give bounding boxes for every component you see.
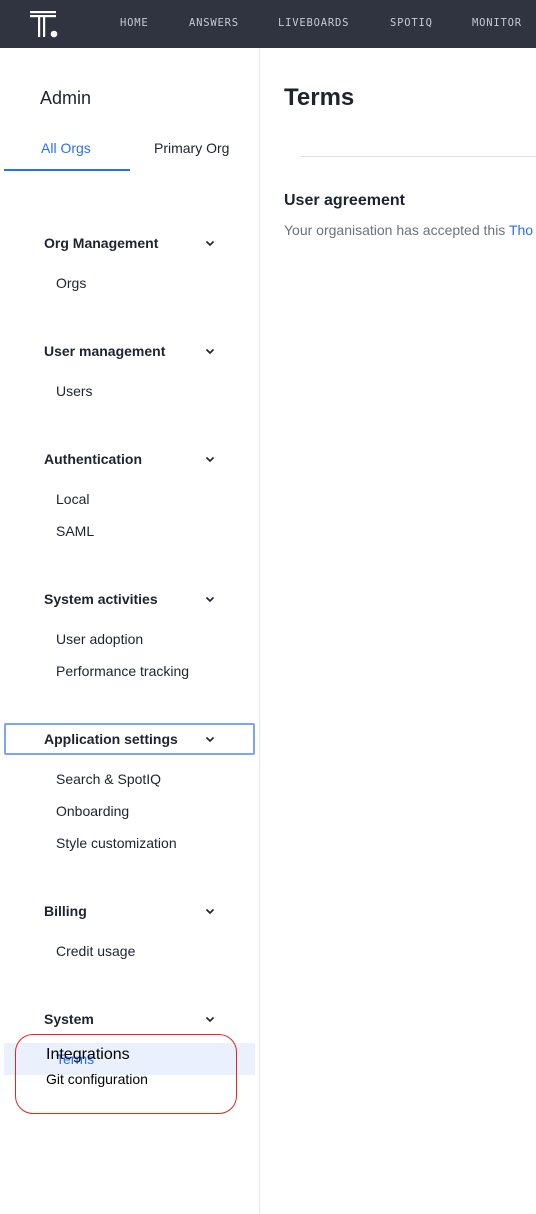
section-label: Authentication — [44, 451, 142, 467]
nav-spotiq[interactable]: SPOTIQ — [390, 17, 433, 29]
user-agreement-text: Your organisation has accepted this Tho — [284, 222, 533, 238]
agreement-link[interactable]: Tho — [509, 222, 533, 238]
sidebar-item-label: Onboarding — [56, 803, 130, 819]
chevron-down-icon — [205, 1016, 215, 1023]
tab-all-orgs[interactable]: All Orgs — [41, 140, 91, 156]
integrations-title: Integrations — [46, 1046, 130, 1063]
sidebar-item-performance-tracking[interactable]: Performance tracking — [4, 655, 255, 687]
sidebar-item-users[interactable]: Users — [4, 375, 255, 407]
sidebar-item-label: Search & SpotIQ — [56, 771, 162, 787]
section-authentication[interactable]: Authentication — [4, 443, 255, 475]
sidebar-item-label: Orgs — [56, 275, 87, 291]
section-system-activities[interactable]: System activities — [4, 583, 255, 615]
sidebar-item-search-spotiq[interactable]: Search & SpotIQ — [4, 763, 255, 795]
sidebar-title: Admin — [40, 88, 92, 108]
section-org-management[interactable]: Org Management — [4, 227, 255, 259]
chevron-down-icon — [205, 240, 215, 247]
sidebar-item-git-configuration[interactable]: Git configuration — [46, 1071, 148, 1087]
section-billing[interactable]: Billing — [4, 895, 255, 927]
section-label: Org Management — [44, 235, 159, 251]
chevron-down-icon — [205, 908, 215, 915]
sidebar-item-style-customization[interactable]: Style customization — [4, 827, 255, 859]
sidebar-item-label: Credit usage — [56, 943, 136, 959]
active-tab-indicator — [4, 169, 130, 171]
sidebar-item-label: SAML — [56, 523, 95, 539]
chevron-down-icon — [205, 736, 215, 743]
top-nav-bar: HOME ANSWERS LIVEBOARDS SPOTIQ MONITOR — [0, 0, 536, 48]
chevron-down-icon — [205, 596, 215, 603]
thoughtspot-logo-icon[interactable] — [28, 8, 60, 40]
sidebar-item-label: User adoption — [56, 631, 144, 647]
nav-home[interactable]: HOME — [120, 17, 149, 29]
section-system[interactable]: System — [4, 1003, 255, 1035]
content-divider — [300, 156, 536, 157]
chevron-down-icon — [205, 456, 215, 463]
sidebar-item-label: Users — [56, 383, 93, 399]
nav-liveboards[interactable]: LIVEBOARDS — [278, 17, 349, 29]
tab-primary-org[interactable]: Primary Org — [154, 140, 229, 156]
agreement-sentence: Your organisation has accepted this — [284, 222, 509, 238]
section-label: System — [44, 1011, 94, 1027]
sidebar-item-saml[interactable]: SAML — [4, 515, 255, 547]
sidebar-item-label: Performance tracking — [56, 663, 190, 679]
chevron-down-icon — [205, 348, 215, 355]
sidebar-item-orgs[interactable]: Orgs — [4, 267, 255, 299]
nav-monitor[interactable]: MONITOR — [472, 17, 522, 29]
sidebar-item-local[interactable]: Local — [4, 483, 255, 515]
nav-answers[interactable]: ANSWERS — [189, 17, 239, 29]
page-title: Terms — [284, 84, 355, 111]
sidebar-item-onboarding[interactable]: Onboarding — [4, 795, 255, 827]
section-label: User management — [44, 343, 166, 359]
sidebar-item-user-adoption[interactable]: User adoption — [4, 623, 255, 655]
sidebar-item-label: Style customization — [56, 835, 177, 851]
section-user-management[interactable]: User management — [4, 335, 255, 367]
sidebar-item-credit-usage[interactable]: Credit usage — [4, 935, 255, 967]
section-label: Billing — [44, 903, 87, 919]
section-label: Application settings — [44, 731, 178, 747]
sidebar-item-label: Local — [56, 491, 90, 507]
section-application-settings[interactable]: Application settings — [4, 723, 255, 755]
section-label: System activities — [44, 591, 158, 607]
user-agreement-heading: User agreement — [284, 192, 405, 209]
